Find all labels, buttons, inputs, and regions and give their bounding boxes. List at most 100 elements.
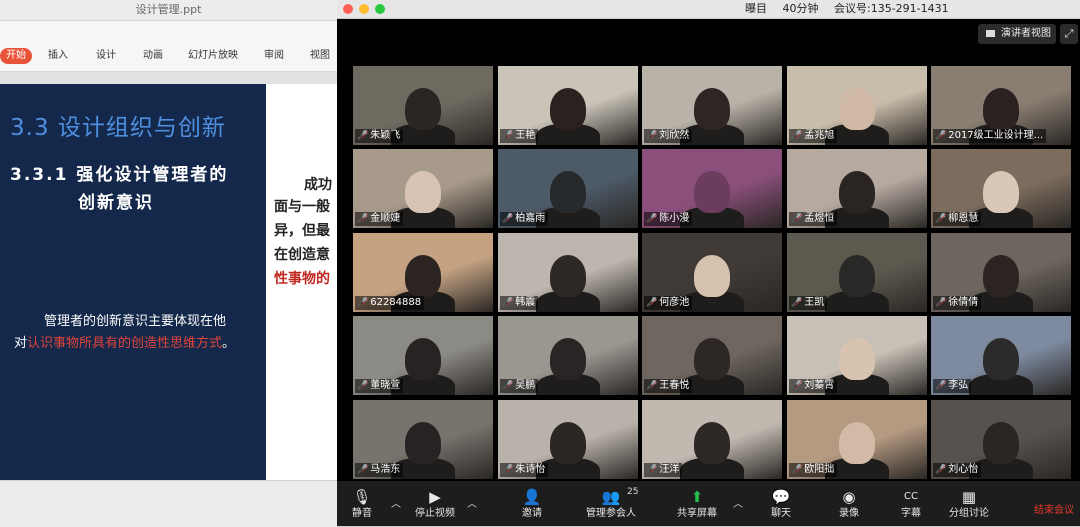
slide-paragraph-2: 对认识事物所具有的创造性思维方式。: [14, 332, 235, 351]
maximize-window-icon[interactable]: [375, 4, 385, 14]
tab-review[interactable]: 审阅: [264, 48, 284, 64]
share-options-caret-icon[interactable]: ︿: [733, 495, 743, 510]
participant-tile[interactable]: 🎤̸ 董晓萱: [353, 316, 493, 395]
tab-design[interactable]: 设计: [96, 48, 116, 64]
chat-button[interactable]: 💬 聊天: [765, 481, 797, 526]
tab-insert[interactable]: 插入: [48, 48, 68, 64]
muted-mic-icon: 🎤̸: [935, 381, 947, 391]
participant-tile[interactable]: 🎤̸ 孟煜恒: [787, 149, 927, 228]
tab-view[interactable]: 视图: [310, 48, 330, 64]
meeting-title: 曝目: [745, 2, 767, 15]
mute-button[interactable]: 🎙 静音: [345, 481, 379, 526]
participant-tile[interactable]: 🎤̸ 汪洋: [642, 400, 782, 479]
participant-tile[interactable]: 🎤̸ 李弘: [931, 316, 1071, 395]
closed-caption-icon: CC: [904, 491, 918, 502]
share-screen-label: 共享屏幕: [677, 508, 717, 519]
participant-head: [694, 171, 730, 213]
audio-options-caret-icon[interactable]: ︿: [391, 495, 401, 510]
invite-button[interactable]: 👤 邀请: [515, 481, 549, 526]
share-screen-button[interactable]: ⬆ 共享屏幕: [673, 481, 721, 526]
slide-right-line-1: 成功: [304, 177, 332, 193]
participant-tile[interactable]: 🎤̸ 刘欣然: [642, 66, 782, 145]
slide-right-line-2: 面与一般: [274, 199, 330, 215]
tab-animation[interactable]: 动画: [143, 48, 163, 64]
captions-button[interactable]: CC 字幕: [895, 481, 927, 526]
participant-name: 朱颖飞: [370, 130, 401, 141]
participant-tile[interactable]: 🎤̸ 62284888: [353, 233, 493, 312]
participant-head: [694, 338, 730, 380]
participant-name-label: 🎤̸ 朱颖飞: [355, 129, 404, 143]
meeting-id: 会议号:135-291-1431: [834, 2, 949, 15]
tab-slideshow[interactable]: 幻灯片放映: [188, 48, 238, 64]
record-button[interactable]: ◉ 录像: [833, 481, 865, 526]
muted-mic-icon: 🎤̸: [935, 298, 947, 308]
slide-right-panel: 成功 面与一般 异，但最 在创造意 性事物的: [266, 84, 337, 480]
participant-tile[interactable]: 🎤̸ 徐倩倩: [931, 233, 1071, 312]
participant-name: 王春悦: [659, 380, 690, 391]
participant-head: [405, 88, 441, 130]
muted-mic-icon: 🎤̸: [791, 465, 803, 475]
record-label: 录像: [839, 508, 859, 519]
end-meeting-button[interactable]: 结束会议: [1034, 501, 1074, 516]
participant-tile[interactable]: 🎤̸ 朱颖飞: [353, 66, 493, 145]
breakout-rooms-button[interactable]: ▦ 分组讨论: [947, 481, 991, 526]
right-line-4-text: 在创造意: [274, 247, 330, 263]
speaker-view-button[interactable]: 演讲者视图: [978, 24, 1056, 44]
chat-label: 聊天: [771, 508, 791, 519]
muted-mic-icon: 🎤̸: [502, 214, 514, 224]
share-screen-icon: ⬆: [690, 488, 704, 506]
participant-tile[interactable]: 🎤̸ 2017级工业设计理...: [931, 66, 1071, 145]
participant-head: [405, 255, 441, 297]
participant-name: 马浩东: [370, 464, 401, 475]
minimize-window-icon[interactable]: [359, 4, 369, 14]
participant-tile[interactable]: 🎤̸ 王凯: [787, 233, 927, 312]
fullscreen-button[interactable]: ⤢: [1060, 24, 1078, 44]
participant-tile[interactable]: 🎤̸ 柏嘉雨: [498, 149, 638, 228]
participant-name-label: 🎤̸ 韩震: [500, 296, 539, 310]
participant-head: [694, 88, 730, 130]
participant-head: [839, 422, 875, 464]
muted-mic-icon: 🎤̸: [646, 214, 658, 224]
participant-tile[interactable]: 🎤̸ 陈小漫: [642, 149, 782, 228]
participant-name-label: 🎤̸ 汪洋: [644, 463, 683, 477]
participant-name: 柏嘉雨: [515, 213, 546, 224]
tab-home[interactable]: 开始: [0, 48, 32, 64]
participant-tile[interactable]: 🎤̸ 王春悦: [642, 316, 782, 395]
participant-tile[interactable]: 🎤̸ 柳恩慧: [931, 149, 1071, 228]
participant-name: 柳恩慧: [948, 213, 979, 224]
participant-name-label: 🎤̸ 62284888: [355, 296, 425, 310]
participants-label: 管理参会人: [586, 508, 636, 519]
participant-name: 陈小漫: [659, 213, 690, 224]
meeting-toolbar: 🎙 静音 ︿ ▶ 停止视频 ︿ 👤 邀请 👥 管理参会人 25 ⬆ 共享屏幕 ︿…: [337, 481, 1080, 526]
participant-tile[interactable]: 🎤̸ 金顺婕: [353, 149, 493, 228]
participant-tile[interactable]: 🎤̸ 刘心怡: [931, 400, 1071, 479]
grid-icon: ▦: [961, 488, 977, 506]
participant-name-label: 🎤̸ 孟兆旭: [789, 129, 838, 143]
participant-tile[interactable]: 🎤̸ 刘蓁霄: [787, 316, 927, 395]
participant-name-label: 🎤̸ 何彦池: [644, 296, 693, 310]
muted-mic-icon: 🎤̸: [646, 298, 658, 308]
participant-tile[interactable]: 🎤̸ 孟兆旭: [787, 66, 927, 145]
participant-head: [550, 422, 586, 464]
participant-tile[interactable]: 🎤̸ 韩震: [498, 233, 638, 312]
participant-name-label: 🎤̸ 陈小漫: [644, 212, 693, 226]
participant-tile[interactable]: 🎤̸ 何彦池: [642, 233, 782, 312]
participant-name: 62284888: [370, 297, 422, 308]
ppt-window: 设计管理.ppt 开始 插入 设计 动画 幻灯片放映 审阅 视图 3.3 设计组…: [0, 0, 337, 527]
stop-video-button[interactable]: ▶ 停止视频: [411, 481, 459, 526]
participant-head: [839, 171, 875, 213]
participant-name: 李弘: [948, 380, 969, 391]
video-options-caret-icon[interactable]: ︿: [467, 495, 477, 510]
participant-name-label: 🎤̸ 李弘: [933, 379, 972, 393]
participant-tile[interactable]: 🎤̸ 王艳: [498, 66, 638, 145]
fullscreen-icon: ⤢: [1064, 27, 1074, 40]
participant-tile[interactable]: 🎤̸ 欧阳拙: [787, 400, 927, 479]
participant-name: 汪洋: [659, 464, 680, 475]
participant-tile[interactable]: 🎤̸ 马浩东: [353, 400, 493, 479]
close-window-icon[interactable]: [343, 4, 353, 14]
participant-head: [405, 422, 441, 464]
ppt-ribbon: 开始 插入 设计 动画 幻灯片放映 审阅 视图: [0, 21, 337, 72]
participant-tile[interactable]: 🎤̸ 吴鹏: [498, 316, 638, 395]
participant-tile[interactable]: 🎤̸ 朱诗怡: [498, 400, 638, 479]
slide-heading: 3.3 设计组织与创新: [10, 115, 226, 141]
